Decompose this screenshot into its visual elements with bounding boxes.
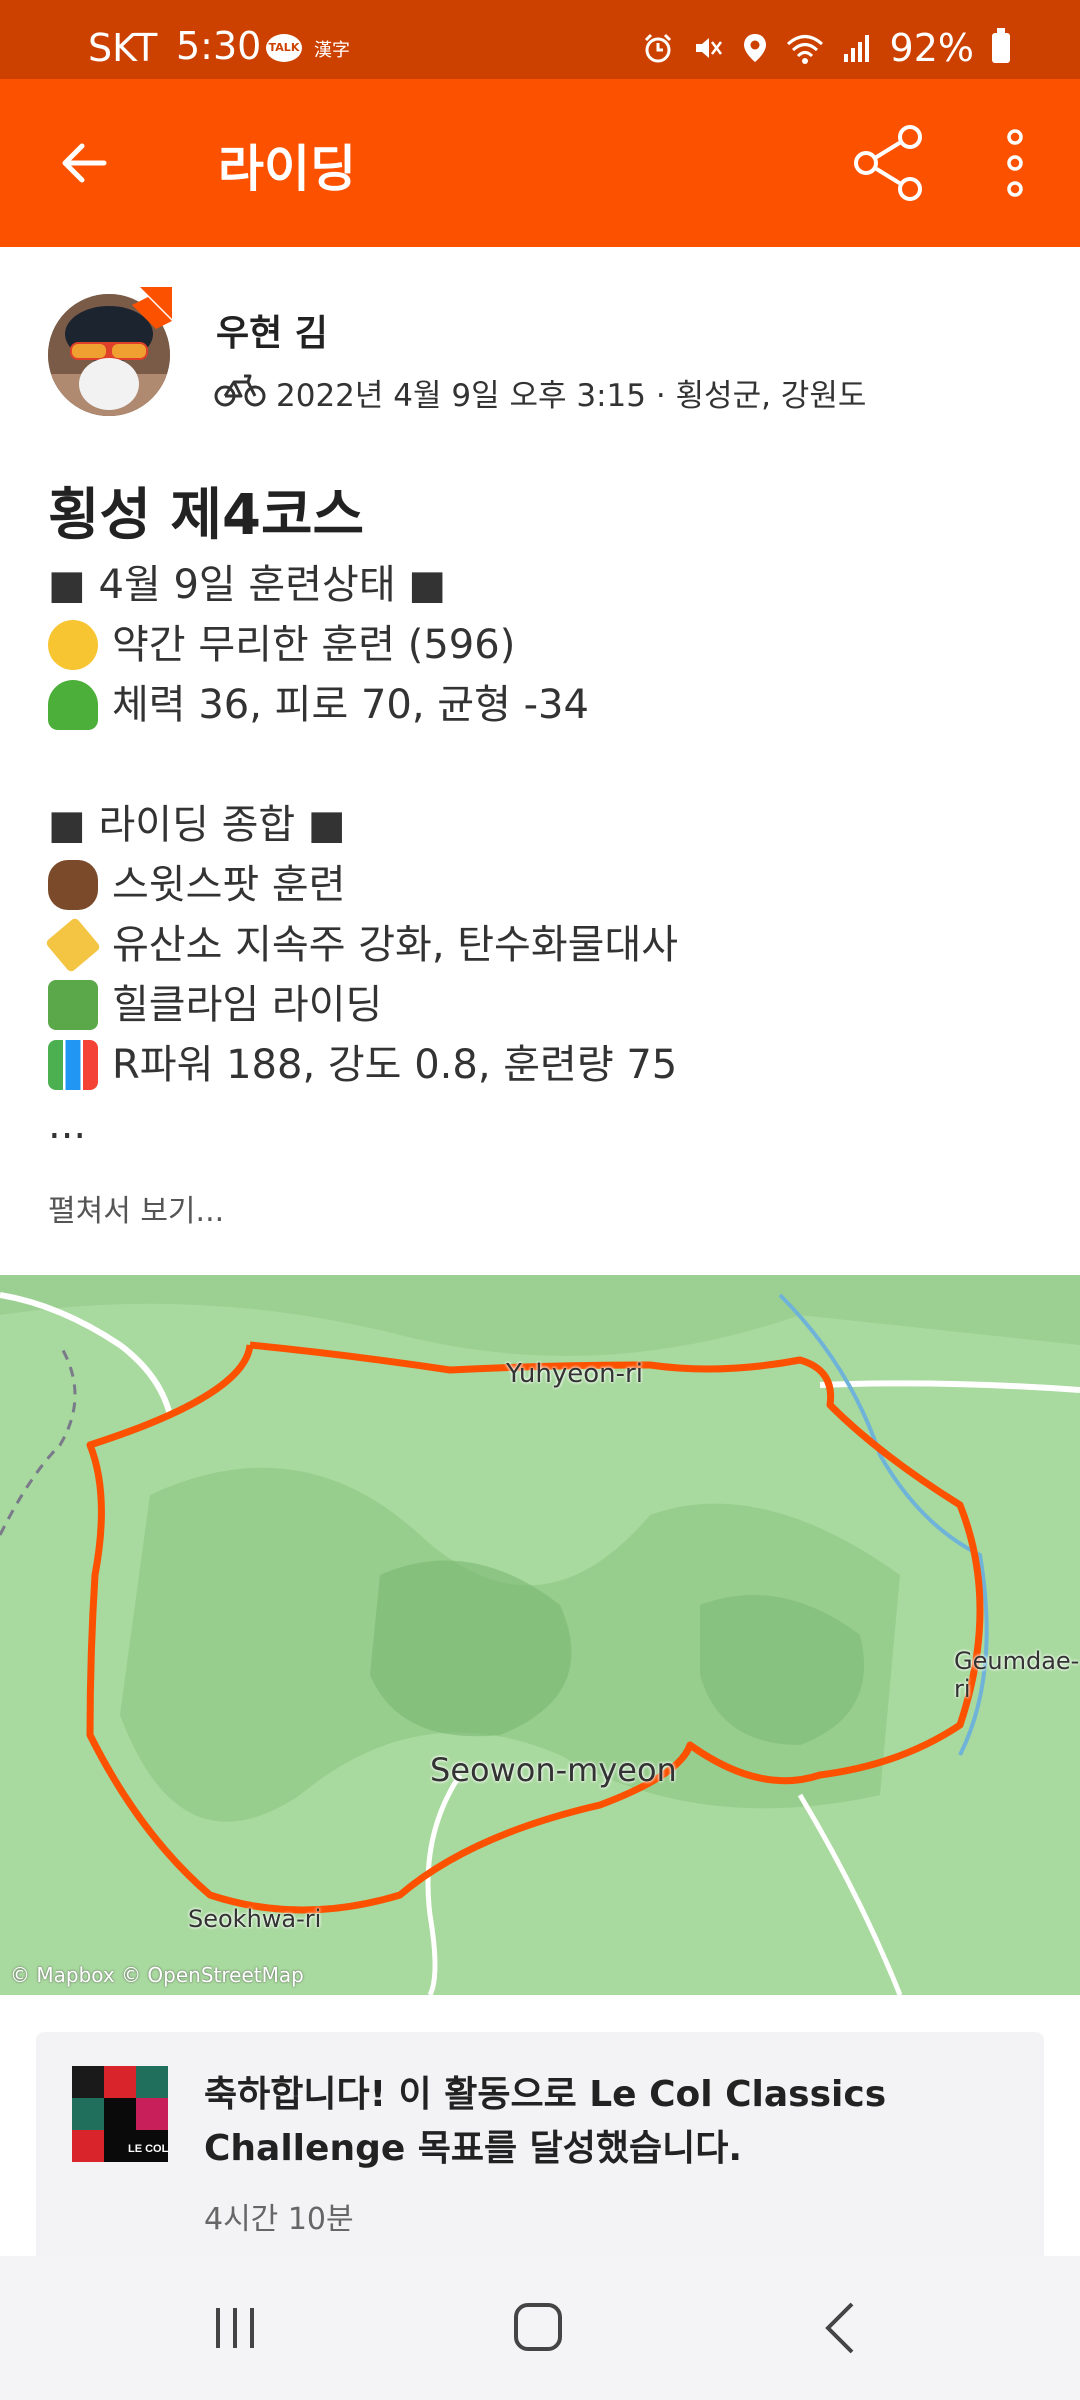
description-line: 스윗스팟 훈련 [48,855,1048,915]
logo-text: LE COL [128,2143,168,2155]
description-text: ... [48,1102,87,1148]
status-bar: SKT 5:30 TALK 漢字 92% [0,0,1080,79]
wifi-icon [786,35,823,64]
boar-emoji-icon [48,860,98,910]
system-icons: 92% [642,26,1010,70]
expand-description-link[interactable]: 펼쳐서 보기... [48,1186,224,1230]
label-tag-emoji-icon [44,916,102,974]
description-text: ■ 라이딩 종합 ■ [48,802,346,848]
subscriber-badge-icon [132,287,172,329]
app-bar: 라이딩 [0,79,1080,247]
home-icon[interactable] [512,2300,564,2354]
map-attribution: © Mapbox © OpenStreetMap [10,1963,304,1987]
description-text: R파워 188, 강도 0.8, 훈련량 75 [112,1042,678,1088]
activity-description: ■ 4월 9일 훈련상태 ■ 약간 무리한 훈련 (596) 체력 36, 피로… [44,555,1048,1155]
location-icon [743,34,766,62]
share-icon[interactable] [850,123,930,203]
back-navigation-icon[interactable] [822,2300,858,2356]
bar-chart-emoji-icon [48,1040,98,1090]
route-map[interactable]: Yuhyeon-ri Geumdae-ri Seowon-myeon Seokh… [0,1275,1080,1995]
map-label-north: Yuhyeon-ri [506,1359,643,1389]
carrier-label: SKT [88,26,158,70]
athlete-name[interactable]: 우현 김 [216,304,328,356]
description-text: 스윗스팟 훈련 [112,862,346,908]
description-text: 유산소 지속주 강화, 탄수화물대사 [112,922,679,968]
grinning-sweat-emoji-icon [48,620,98,670]
recent-apps-icon[interactable] [212,2304,258,2352]
challenge-elapsed-time: 4시간 10분 [204,2202,354,2237]
mute-icon [695,38,722,58]
kakaotalk-notification-icon: TALK [266,34,302,62]
tree-emoji-icon [48,680,98,730]
le-col-logo-icon: LE COL [72,2066,168,2162]
description-text: 힐클라임 라이딩 [112,982,383,1028]
signal-icon [843,35,869,62]
description-line: ■ 4월 9일 훈련상태 ■ [48,555,1048,615]
clock: 5:30 [176,24,262,68]
description-line: 힐클라임 라이딩 [48,975,1048,1035]
activity-date-location: 2022년 4월 9일 오후 3:15 · 횡성군, 강원도 [276,378,867,414]
description-line: ... [48,1095,1048,1155]
bike-icon [214,374,266,407]
challenge-message: 축하합니다! 이 활동으로 Le Col Classics Challenge … [204,2074,887,2169]
activity-title: 횡성 제4코스 [48,483,365,548]
battery-icon [992,28,1010,63]
map-label-southwest: Seokhwa-ri [188,1905,322,1933]
back-arrow-icon[interactable] [52,131,116,195]
description-line: 약간 무리한 훈련 (596) [48,615,1048,675]
alarm-icon [644,33,671,63]
description-line: ■ 라이딩 종합 ■ [48,795,1048,855]
description-line: R파워 188, 강도 0.8, 훈련량 75 [48,1035,1048,1095]
description-line [48,735,1048,795]
system-navigation-bar [0,2256,1080,2400]
more-options-icon[interactable] [995,125,1035,201]
description-line: 체력 36, 피로 70, 균형 -34 [48,675,1048,735]
battery-percentage: 92% [889,26,974,70]
hanja-indicator: 漢字 [314,40,350,61]
description-line: 유산소 지속주 강화, 탄수화물대사 [44,915,1048,975]
mountain-biker-emoji-icon [48,980,98,1030]
page-title: 라이딩 [218,140,356,198]
map-label-center: Seowon-myeon [430,1751,677,1789]
description-text: 약간 무리한 훈련 (596) [112,622,516,668]
description-text: ■ 4월 9일 훈련상태 ■ [48,562,447,608]
map-label-east: Geumdae-ri [954,1647,1080,1703]
description-text: 체력 36, 피로 70, 균형 -34 [112,682,589,728]
